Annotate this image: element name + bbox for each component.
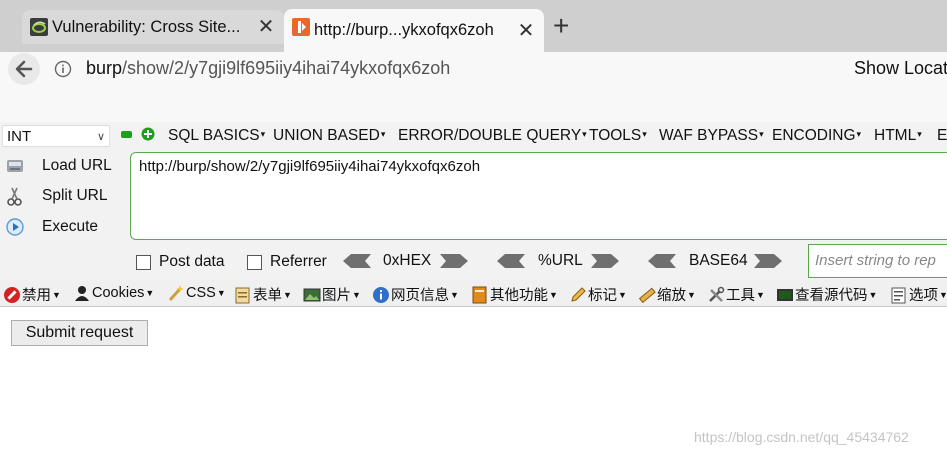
ruler-icon — [638, 287, 656, 303]
close-tab-icon[interactable]: ✕ — [516, 21, 536, 41]
type-select-value: INT — [7, 127, 32, 145]
play-icon — [6, 218, 24, 236]
navigation-bar: burp/show/2/y7gji9lf695iiy4ihai74ykxofqx… — [0, 52, 947, 86]
tab-title: Vulnerability: Cross Site... — [52, 17, 241, 36]
toolbar-forms[interactable]: 表单 ▼ — [234, 284, 292, 305]
form-icon — [235, 287, 250, 303]
toolbar-misc[interactable]: 其他功能 ▼ — [471, 284, 558, 305]
hex-label: 0xHEX — [383, 252, 432, 269]
wand-icon — [168, 285, 184, 302]
menu-encryption[interactable]: EN — [937, 127, 947, 145]
tab-title: http://burp...ykxofqx6zoh — [314, 21, 494, 39]
menu-waf-bypass[interactable]: WAF BYPASS▾ — [659, 127, 764, 145]
type-select[interactable]: INT ∨ — [2, 125, 110, 147]
new-tab-button[interactable]: + — [553, 12, 569, 40]
menu-encoding[interactable]: ENCODING▾ — [772, 127, 861, 145]
info-icon[interactable] — [54, 60, 72, 78]
decode-url-arrow-icon[interactable] — [497, 254, 525, 268]
toolbar-page-info[interactable]: 网页信息 ▼ — [372, 284, 459, 305]
toolbar-tools[interactable]: 工具 ▼ — [707, 284, 765, 305]
person-icon — [75, 286, 89, 301]
minus-icon[interactable] — [121, 131, 132, 138]
split-url-button[interactable]: Split URL — [4, 185, 107, 207]
toolbar-cookies[interactable]: Cookies ▼ — [73, 284, 154, 302]
base64-label: BASE64 — [689, 252, 748, 269]
menu-union-based[interactable]: UNION BASED▾ — [273, 127, 385, 145]
toolbar-options[interactable]: 选项 ▼ — [890, 284, 947, 305]
toolbar-css[interactable]: CSS ▼ — [167, 284, 226, 302]
toolbar-outline[interactable]: 标记 ▼ — [569, 284, 627, 305]
chevron-down-icon: ∨ — [96, 130, 105, 143]
load-url-icon — [7, 160, 23, 172]
tab-burp[interactable]: http://burp...ykxofqx6zoh ✕ — [284, 9, 544, 52]
toolbar-images[interactable]: 图片 ▼ — [303, 284, 361, 305]
watermark-text: https://blog.csdn.net/qq_45434762 — [694, 429, 909, 445]
tab-dvwa[interactable]: Vulnerability: Cross Site... ✕ — [22, 10, 284, 44]
block-icon — [4, 286, 20, 303]
encode-url-arrow-icon[interactable] — [591, 254, 619, 268]
close-tab-icon[interactable]: ✕ — [256, 17, 276, 37]
burp-favicon-icon — [292, 18, 310, 36]
plus-icon[interactable] — [141, 127, 155, 141]
toolbar-spacer — [0, 86, 947, 122]
load-url-button[interactable]: Load URL — [4, 155, 112, 177]
decode-base64-arrow-icon[interactable] — [648, 254, 676, 268]
menu-html[interactable]: HTML▾ — [874, 127, 922, 145]
address-bar[interactable]: burp/show/2/y7gji9lf695iiy4ihai74ykxofqx… — [86, 58, 450, 79]
url-path: /show/2/y7gji9lf695iiy4ihai74ykxofqx6zoh — [122, 58, 451, 78]
pencil-icon — [571, 286, 586, 302]
post-data-checkbox[interactable]: Post data — [136, 253, 225, 271]
menu-error-double-query[interactable]: ERROR/DOUBLE QUERY▾ — [398, 127, 587, 145]
execute-button[interactable]: Execute — [4, 216, 98, 238]
toolbar-view-source[interactable]: 查看源代码 ▼ — [776, 284, 877, 305]
info-circle-icon — [373, 286, 389, 303]
url-encode-label: %URL — [538, 252, 583, 269]
web-developer-toolbar: 禁用 ▼ Cookies ▼ CSS ▼ 表单 ▼ 图片 ▼ 网页信息 ▼ 其他功能 ▼ 标记… — [0, 280, 947, 307]
tools-icon — [709, 286, 725, 302]
hackbar-panel: INT ∨ SQL BASICS▾ UNION BASED▾ ERROR/DOU… — [0, 122, 947, 280]
options-icon — [891, 287, 906, 303]
arrow-left-icon — [15, 60, 33, 78]
url-host: burp — [86, 58, 123, 78]
image-icon — [303, 288, 321, 301]
encode-hex-arrow-icon[interactable] — [440, 254, 468, 268]
insert-string-input[interactable]: Insert string to rep — [808, 244, 947, 278]
menu-sql-basics[interactable]: SQL BASICS▾ — [168, 127, 265, 145]
url-textarea[interactable]: http://burp/show/2/y7gji9lf695iiy4ihai74… — [130, 152, 947, 240]
toolbar-disable[interactable]: 禁用 ▼ — [3, 284, 61, 305]
tab-strip: Vulnerability: Cross Site... ✕ http://bu… — [0, 0, 947, 52]
referrer-checkbox[interactable]: Referrer — [247, 253, 327, 271]
source-icon — [777, 288, 793, 301]
encode-base64-arrow-icon[interactable] — [754, 254, 782, 268]
dvwa-favicon-icon — [30, 18, 48, 36]
toolbar-resize[interactable]: 缩放 ▼ — [638, 284, 696, 305]
menu-tools[interactable]: TOOLS▾ — [589, 127, 647, 145]
misc-icon — [472, 286, 487, 303]
submit-request-button[interactable]: Submit request — [11, 320, 148, 346]
decode-hex-arrow-icon[interactable] — [343, 254, 371, 268]
show-location-button[interactable]: Show Locat — [854, 58, 947, 79]
scissors-icon — [7, 187, 22, 206]
back-button[interactable] — [8, 53, 40, 85]
